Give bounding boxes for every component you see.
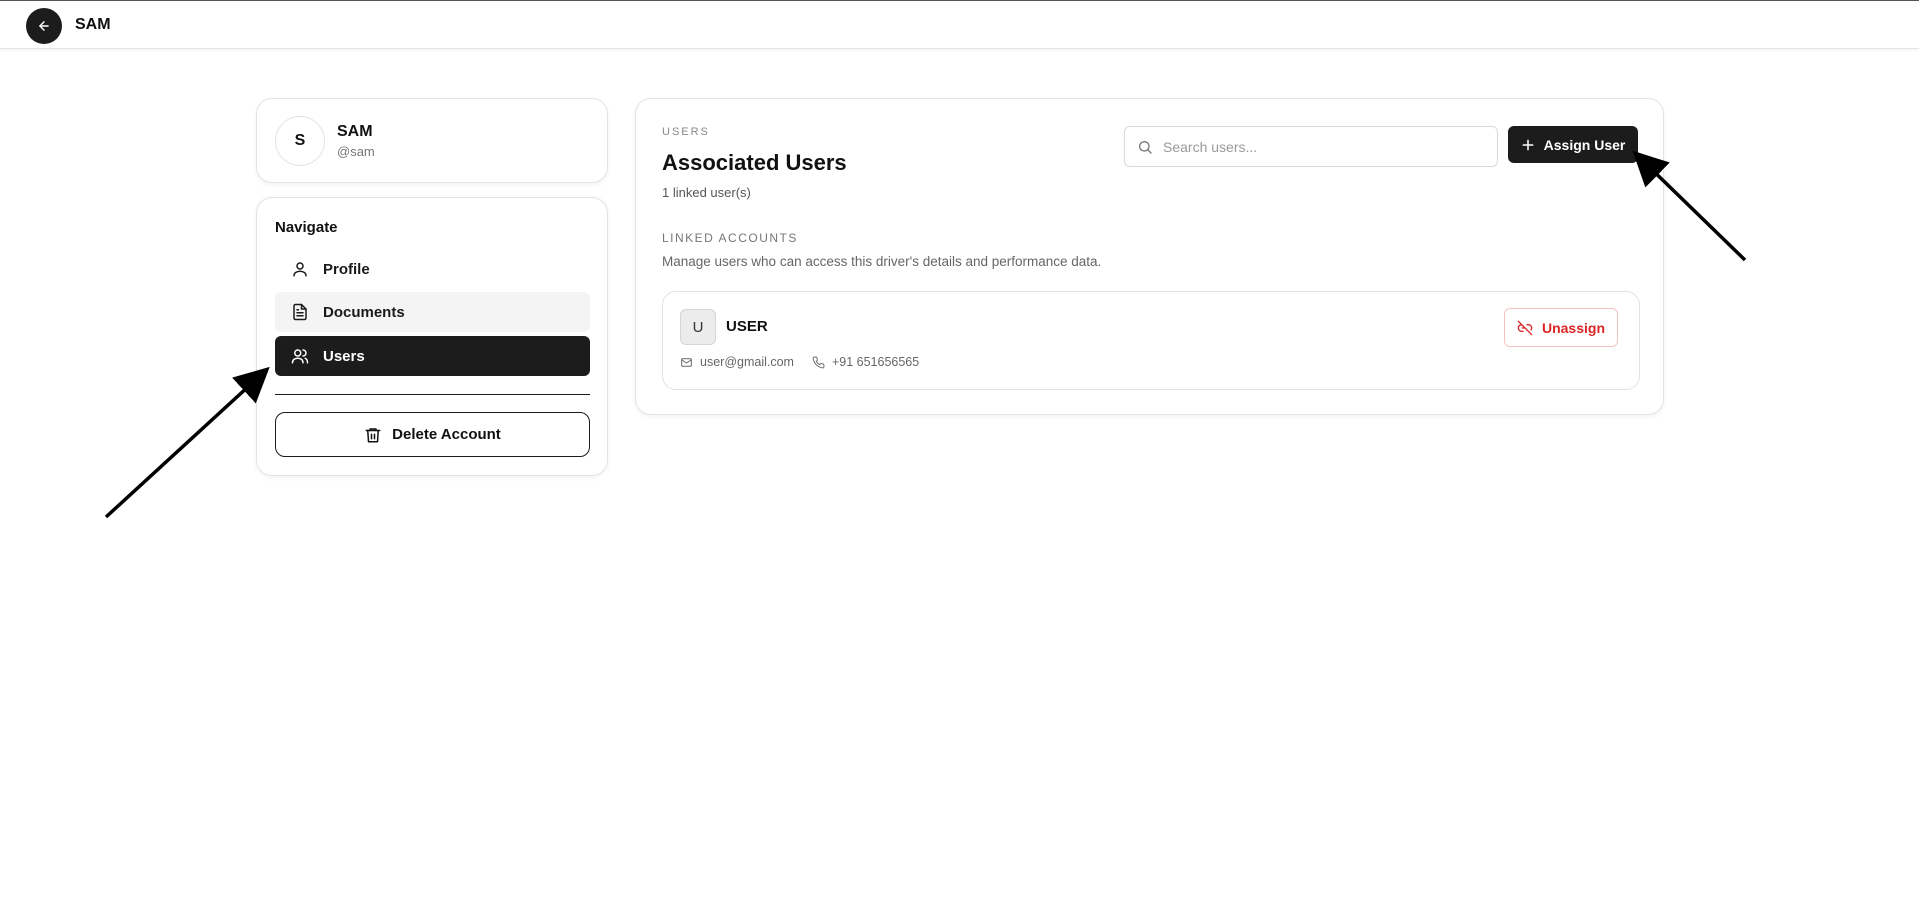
section-eyebrow: USERS — [662, 126, 710, 138]
page-title: SAM — [75, 16, 111, 33]
sidebar-item-profile[interactable]: Profile — [275, 249, 590, 289]
back-button[interactable] — [26, 8, 62, 44]
plus-icon — [1521, 138, 1535, 152]
profile-card: S SAM @sam — [256, 98, 608, 183]
user-name: USER — [726, 318, 768, 335]
user-meta: user@gmail.com +91 651656565 — [680, 355, 937, 369]
assign-user-button[interactable]: Assign User — [1508, 126, 1638, 163]
sidebar-item-documents[interactable]: Documents — [275, 292, 590, 332]
divider — [275, 394, 590, 395]
trash-icon — [364, 426, 382, 444]
sidebar-item-label: Users — [323, 347, 365, 365]
users-icon — [291, 347, 309, 365]
delete-account-button[interactable]: Delete Account — [275, 412, 590, 457]
arrow-left-icon — [39, 21, 49, 31]
user-email-text: user@gmail.com — [700, 355, 794, 369]
linked-accounts-label: LINKED ACCOUNTS — [662, 231, 798, 245]
panel-title: Associated Users — [662, 150, 847, 175]
delete-account-label: Delete Account — [392, 426, 501, 443]
mail-icon — [680, 356, 693, 369]
associated-users-card: USERS Associated Users 1 linked user(s) … — [635, 98, 1664, 415]
linked-count: 1 linked user(s) — [662, 185, 751, 200]
list-item: U USER user@gmail.com +91 651656565 Unas… — [662, 291, 1640, 390]
sidebar-item-users[interactable]: Users — [275, 336, 590, 376]
search-icon — [1137, 139, 1153, 155]
sidebar-item-label: Documents — [323, 303, 405, 321]
navigation-card: Navigate Profile Documents Users Delete … — [256, 197, 608, 476]
linked-accounts-description: Manage users who can access this driver'… — [662, 254, 1102, 269]
document-icon — [291, 303, 309, 321]
user-icon — [291, 260, 309, 278]
profile-name: SAM — [337, 123, 373, 140]
sidebar-item-label: Profile — [323, 260, 370, 278]
top-bar: SAM — [0, 0, 1919, 49]
profile-handle: @sam — [337, 144, 375, 159]
user-phone: +91 651656565 — [812, 355, 919, 369]
avatar: S — [275, 116, 325, 166]
search-input[interactable] — [1163, 138, 1483, 155]
phone-icon — [812, 356, 825, 369]
unassign-label: Unassign — [1541, 319, 1605, 336]
assign-user-label: Assign User — [1543, 136, 1626, 153]
user-email: user@gmail.com — [680, 355, 794, 369]
navigation-title: Navigate — [275, 219, 338, 236]
annotation-arrow-users — [104, 366, 270, 519]
user-avatar: U — [680, 309, 716, 345]
unassign-button[interactable]: Unassign — [1504, 308, 1618, 347]
user-phone-text: +91 651656565 — [831, 355, 920, 369]
unlink-icon — [1517, 320, 1533, 336]
search-box — [1124, 126, 1498, 167]
